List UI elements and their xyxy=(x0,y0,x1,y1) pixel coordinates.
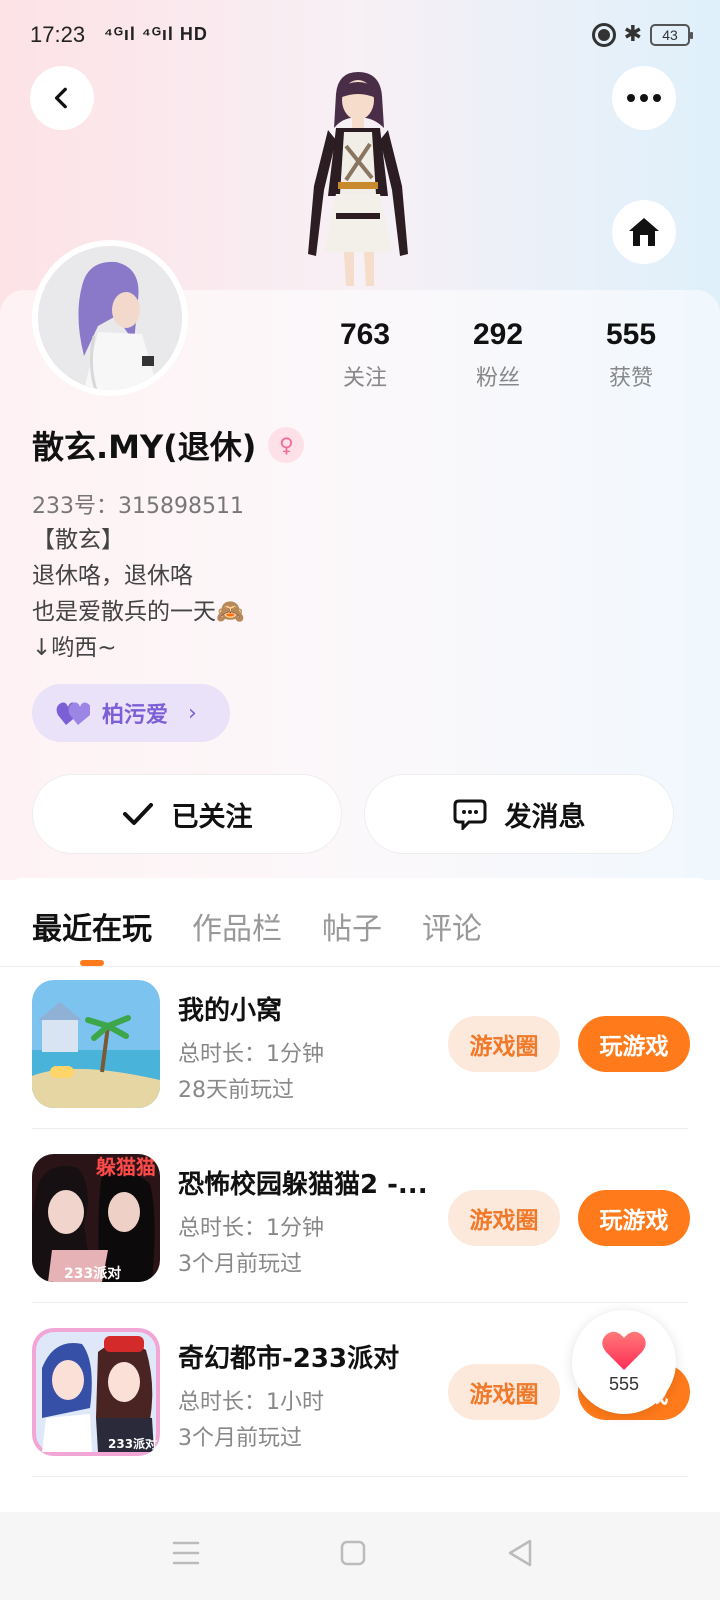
list-divider xyxy=(32,1302,688,1303)
followed-button[interactable]: 已关注 xyxy=(32,774,342,854)
more-button[interactable] xyxy=(612,66,676,130)
game-duration: 总时长：1分钟 xyxy=(178,1216,324,1241)
followers-count: 292 xyxy=(472,318,524,351)
double-heart-icon xyxy=(56,702,90,725)
bio-line: ↓哟西~ xyxy=(32,635,117,661)
chevron-right-icon: › xyxy=(188,700,197,726)
battery-icon: 43 xyxy=(650,23,693,46)
name-row: 散玄.MY(退休) ♀ xyxy=(32,422,305,468)
tab-comments[interactable]: 评论 xyxy=(422,904,482,948)
send-message-label: 发消息 xyxy=(504,801,586,833)
avatar-image xyxy=(38,246,182,390)
female-gender-icon: ♀ xyxy=(268,427,305,463)
game-list-item[interactable]: 我的小窝 总时长：1分钟 28天前玩过 游戏圈 玩游戏 xyxy=(32,980,690,1108)
following-stat[interactable]: 763 关注 xyxy=(305,318,425,392)
character-figure-image xyxy=(308,72,408,286)
relationship-tag-label: 柏污爱 xyxy=(102,703,169,728)
menu-icon[interactable] xyxy=(172,1540,200,1566)
play-game-button[interactable]: 玩游戏 xyxy=(578,1190,690,1246)
relationship-tag-button[interactable]: 柏污爱 › xyxy=(32,684,230,742)
game-icon-logo: 233派对 xyxy=(64,1265,121,1282)
game-title: 恐怖校园躲猫猫2 -... xyxy=(178,1170,428,1200)
chevron-left-icon xyxy=(54,87,67,109)
focus-mode-icon xyxy=(591,22,616,47)
game-icon-horror-school: 躲猫猫 233派对 xyxy=(32,1154,160,1282)
game-icon-image: 躲猫猫 233派对 xyxy=(32,1154,160,1282)
followers-stat[interactable]: 292 粉丝 xyxy=(438,318,558,392)
send-message-button[interactable]: 发消息 xyxy=(364,774,674,854)
like-count: 555 xyxy=(608,1373,640,1394)
game-icon-badge: 躲猫猫 xyxy=(96,1155,156,1179)
back-triangle-icon[interactable] xyxy=(506,1538,534,1568)
tab-posts[interactable]: 帖子 xyxy=(322,904,382,948)
game-last-played: 28天前玩过 xyxy=(178,1078,294,1103)
home-square-icon[interactable] xyxy=(340,1540,366,1566)
tab-divider xyxy=(0,966,720,967)
system-nav-bar xyxy=(0,1512,720,1600)
bio-line: 也是爱散兵的一天🙈 xyxy=(32,599,245,625)
game-list-item[interactable]: 躲猫猫 233派对 恐怖校园躲猫猫2 -... 总时长：1分钟 3个月前玩过 游… xyxy=(32,1154,690,1282)
game-last-played: 3个月前玩过 xyxy=(178,1426,302,1451)
list-divider xyxy=(32,1128,688,1129)
game-last-played: 3个月前玩过 xyxy=(178,1252,302,1277)
followed-label: 已关注 xyxy=(171,801,253,833)
likes-label: 获赞 xyxy=(608,366,653,391)
game-circle-button[interactable]: 游戏圈 xyxy=(448,1190,560,1246)
tab-recently-played[interactable]: 最近在玩 xyxy=(32,904,152,948)
game-icon-image xyxy=(32,980,160,1108)
game-icon-fantasy-city: 233派对 xyxy=(32,1328,160,1456)
likes-count: 555 xyxy=(605,318,657,351)
back-button[interactable] xyxy=(30,66,94,130)
bio: 【散玄】 退休咯，退休咯 也是爱散兵的一天🙈 ↓哟西~ xyxy=(32,522,245,666)
bio-line: 【散玄】 xyxy=(32,527,124,553)
bluetooth-icon: ✱ xyxy=(623,22,642,47)
game-icon-my-nest xyxy=(32,980,160,1108)
signal-icon: ⁴ᴳıl ⁴ᴳıl HD xyxy=(104,24,208,44)
game-icon-image: 233派对 xyxy=(32,1328,160,1456)
like-floating-button[interactable]: 555 xyxy=(572,1310,676,1414)
home-icon xyxy=(629,218,659,246)
home-button[interactable] xyxy=(612,200,676,264)
status-time: 17:23 xyxy=(30,22,86,47)
game-title: 我的小窝 xyxy=(178,996,283,1026)
more-dots-icon xyxy=(627,94,661,102)
game-circle-button[interactable]: 游戏圈 xyxy=(448,1016,560,1072)
game-circle-button[interactable]: 游戏圈 xyxy=(448,1364,560,1420)
heart-icon xyxy=(602,1331,646,1370)
username: 散玄.MY(退休) xyxy=(32,428,257,466)
game-duration: 总时长：1分钟 xyxy=(178,1042,324,1067)
tab-bar: 最近在玩 作品栏 帖子 评论 xyxy=(32,904,482,948)
game-duration: 总时长：1小时 xyxy=(178,1390,324,1415)
check-icon xyxy=(122,803,153,825)
followers-label: 粉丝 xyxy=(475,366,520,391)
following-count: 763 xyxy=(339,318,391,351)
avatar[interactable] xyxy=(32,240,188,396)
status-bar: 17:23 ⁴ᴳıl ⁴ᴳıl HD ✱ 43 xyxy=(0,0,720,72)
play-game-button[interactable]: 玩游戏 xyxy=(578,1016,690,1072)
game-title: 奇幻都市-233派对 xyxy=(178,1344,400,1374)
list-divider xyxy=(32,1476,688,1477)
bio-line: 退休咯，退休咯 xyxy=(32,563,193,589)
chat-bubble-icon xyxy=(453,799,486,830)
user-id: 233号：315898511 xyxy=(32,494,244,519)
game-icon-logo: 233派对 xyxy=(108,1436,157,1451)
likes-stat[interactable]: 555 获赞 xyxy=(571,318,691,392)
following-label: 关注 xyxy=(342,366,387,391)
tab-works[interactable]: 作品栏 xyxy=(192,904,282,948)
